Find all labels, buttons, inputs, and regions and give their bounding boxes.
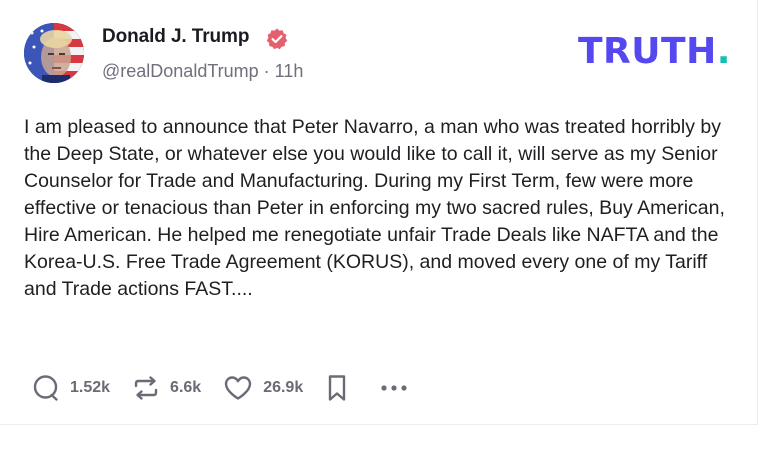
reply-count: 1.52k xyxy=(70,379,111,396)
truth-logo[interactable]: TRUTH. xyxy=(578,30,731,74)
retruth-icon xyxy=(134,376,158,400)
post-card: Donald J. Trump @realDonaldTrump · 11h TRU… xyxy=(0,0,758,425)
retruth-count: 6.6k xyxy=(170,379,202,396)
author-meta: @realDonaldTrump · 11h xyxy=(102,61,303,82)
post-timestamp[interactable]: 11h xyxy=(275,61,304,81)
meta-separator: · xyxy=(263,61,270,81)
bookmark-button[interactable] xyxy=(325,373,349,403)
reply-button[interactable]: 1.52k xyxy=(32,374,110,402)
post-body: I am pleased to announce that Peter Nava… xyxy=(24,116,725,300)
heart-icon xyxy=(224,376,252,400)
retruth-button[interactable]: 6.6k xyxy=(132,374,201,402)
logo-text: TRUTH xyxy=(578,31,717,72)
verified-badge-icon xyxy=(266,28,288,50)
bookmark-icon xyxy=(329,375,346,401)
author-display-name[interactable]: Donald J. Trump xyxy=(102,26,249,48)
post-actions: 1.52k 6.6k 26.9k xyxy=(32,372,409,404)
more-options-button[interactable] xyxy=(379,383,409,393)
avatar-image xyxy=(24,23,84,83)
logo-dot: . xyxy=(716,31,731,72)
like-count: 26.9k xyxy=(263,379,304,396)
more-options-icon xyxy=(381,385,407,391)
like-button[interactable]: 26.9k xyxy=(223,374,303,402)
avatar[interactable] xyxy=(24,23,84,83)
author-handle[interactable]: @realDonaldTrump xyxy=(102,61,259,81)
reply-icon xyxy=(33,375,58,401)
